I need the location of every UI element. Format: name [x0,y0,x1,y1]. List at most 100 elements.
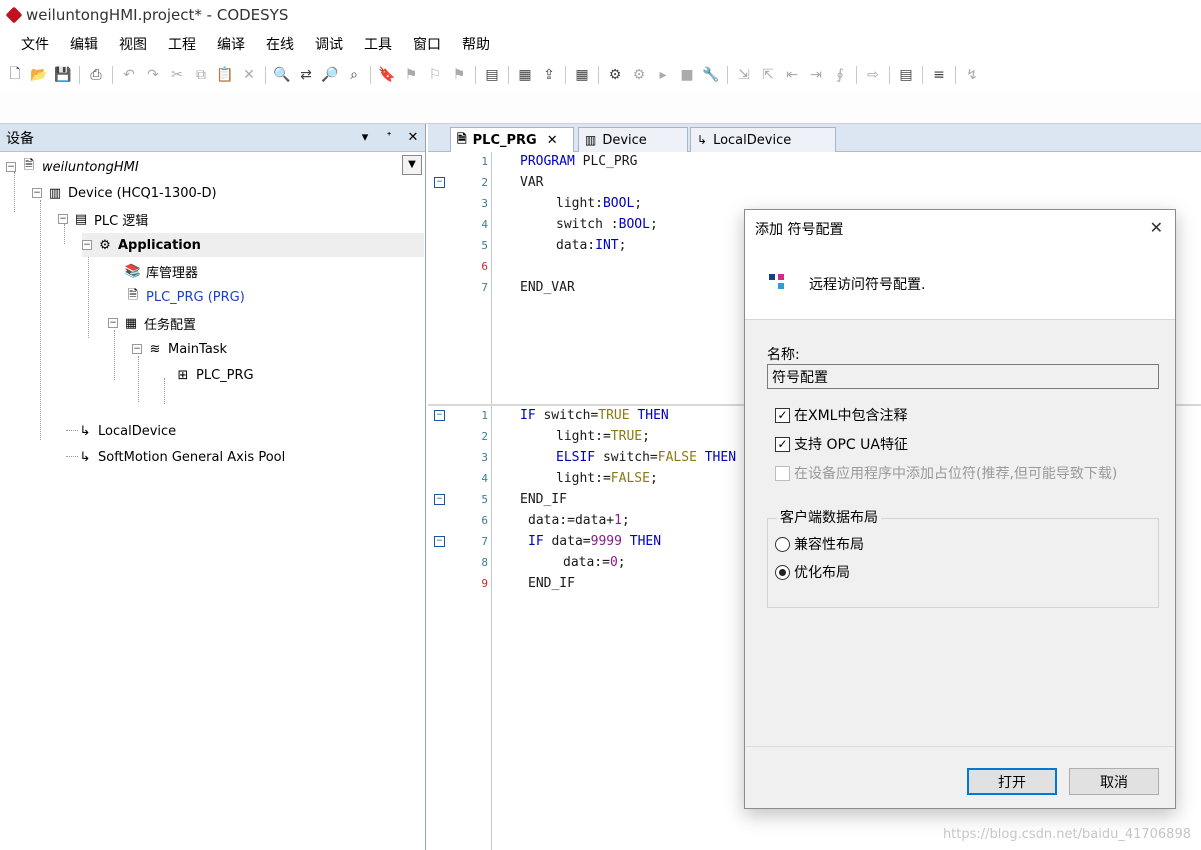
menu-tools[interactable]: 工具 [355,34,401,54]
tree-item-label: 库管理器 [146,265,199,281]
collapse-icon[interactable]: − [82,240,92,250]
reset-icon[interactable]: 🔧 [701,65,721,85]
tree-item-project[interactable]: − 🗎 weiluntongHMI ▼ [6,155,424,179]
menu-debug[interactable]: 调试 [306,34,352,54]
include-comments-checkbox[interactable]: ✓ 在XML中包含注释 [775,404,907,426]
menu-online[interactable]: 在线 [257,34,303,54]
menu-file[interactable]: 文件 [12,34,58,54]
chevron-down-icon[interactable]: ▼ [402,155,422,175]
device-icon: ▥ [585,133,597,147]
fold-collapse-icon[interactable]: − [434,536,445,547]
cancel-button[interactable]: 取消 [1069,768,1159,795]
bookmark-next-icon[interactable]: ⚐ [425,65,445,85]
tab-device[interactable]: ▥ Device [578,127,688,152]
tree-item-plc-prg-call[interactable]: ⊞ PLC_PRG [174,363,254,387]
tree-item-application[interactable]: − ⚙ Application [82,233,424,257]
tree-item-plc-prg[interactable]: 🗎 PLC_PRG (PRG) [124,285,245,309]
tab-close-icon[interactable]: ✕ [547,133,558,148]
fold-collapse-icon[interactable]: − [434,410,445,421]
find-icon[interactable]: 🔍 [272,65,292,85]
tree-item-task-config[interactable]: − ▦ 任务配置 [108,311,196,335]
tab-localdevice[interactable]: ↳ LocalDevice [690,127,836,152]
device-icon: ▥ [48,185,62,201]
pane-menu-icon[interactable]: ▾ [353,130,377,145]
menu-view[interactable]: 视图 [110,34,156,54]
write-values-icon[interactable]: ▤ [896,65,916,85]
collapse-icon[interactable]: − [108,318,118,328]
checkbox-mark[interactable]: ✓ [775,407,790,423]
toolbar-separator [922,66,923,84]
add-object-icon[interactable]: ▦ [515,65,535,85]
clipboard-icon[interactable]: ▤ [482,65,502,85]
collapse-icon[interactable]: − [132,344,142,354]
show-current-statement-icon[interactable]: ⇨ [863,65,883,85]
close-icon[interactable]: ✕ [1150,218,1163,237]
toolbar-separator [475,66,476,84]
copy-icon[interactable]: ⧉ [191,65,211,85]
tree-item-label: PLC_PRG [196,367,254,383]
menu-build[interactable]: 编译 [208,34,254,54]
opc-ua-checkbox[interactable]: ✓ 支持 OPC UA特征 [775,433,908,455]
start-icon[interactable]: ▸ [653,65,673,85]
toolbar-separator [370,66,371,84]
find-in-project-icon[interactable]: 🔎 [320,65,340,85]
tree-item-localdevice[interactable]: ↳ LocalDevice [76,419,177,443]
pane-close-icon[interactable]: ✕ [401,130,425,145]
tree-item-library-manager[interactable]: 📚 库管理器 [124,259,198,283]
print-icon[interactable]: ⎙ [86,65,106,85]
breakpoint-icon[interactable]: ∮ [830,65,850,85]
open-project-icon[interactable]: 📂 [29,65,49,85]
menu-window[interactable]: 窗口 [404,34,450,54]
stop-icon[interactable]: ■ [677,65,697,85]
tree-item-maintask[interactable]: − ≋ MainTask [132,337,227,361]
editor-tabs: 🗎 PLC_PRG ✕ ▥ Device ↳ LocalDevice [428,124,1201,153]
calculator-icon[interactable]: ▦ [572,65,592,85]
window-title: weiluntongHMI.project* - CODESYS [26,6,289,24]
optimized-layout-radio[interactable]: 优化布局 [775,561,850,583]
bookmark-search-icon[interactable]: ⌕ [344,65,364,85]
menu-project[interactable]: 工程 [159,34,205,54]
collapse-icon[interactable]: − [32,188,42,198]
tree-item-device[interactable]: − ▥ Device (HCQ1-1300-D) [32,181,217,205]
menu-edit[interactable]: 编辑 [61,34,107,54]
step-over-icon[interactable]: ⇲ [734,65,754,85]
force-values-icon[interactable]: ≡ [929,65,949,85]
tree-item-plc-logic[interactable]: − ▤ PLC 逻辑 [58,207,148,231]
bookmark-icon[interactable]: 🔖 [377,65,397,85]
cut-icon[interactable]: ✂ [167,65,187,85]
fold-collapse-icon[interactable]: − [434,177,445,188]
toolbar: 🗋 📂 💾 ⎙ ↶ ↷ ✂ ⧉ 📋 ✕ 🔍 ⇄ 🔎 ⌕ 🔖 ⚑ ⚐ ⚑ ▤ ▦ … [0,60,1201,90]
toolbar-separator [508,66,509,84]
save-icon[interactable]: 💾 [53,65,73,85]
bookmark-prev-icon[interactable]: ⚑ [401,65,421,85]
checkbox-mark[interactable]: ✓ [775,436,790,452]
bookmark-clear-icon[interactable]: ⚑ [449,65,469,85]
unforce-icon[interactable]: ↯ [962,65,982,85]
login-icon[interactable]: ⚙ [605,65,625,85]
fold-collapse-icon[interactable]: − [434,494,445,505]
export-icon[interactable]: ⇪ [539,65,559,85]
open-button[interactable]: 打开 [967,768,1057,795]
collapse-icon[interactable]: − [58,214,68,224]
pin-icon[interactable]: ᐩ [377,130,401,145]
menu-help[interactable]: 帮助 [453,34,499,54]
paste-icon[interactable]: 📋 [215,65,235,85]
tab-plc-prg[interactable]: 🗎 PLC_PRG ✕ [450,127,574,153]
collapse-icon[interactable]: − [6,162,16,172]
radio-circle[interactable] [775,564,790,580]
name-field[interactable] [767,364,1159,389]
logout-icon[interactable]: ⚙ [629,65,649,85]
new-project-icon[interactable]: 🗋 [5,65,25,85]
checkbox-label: 支持 OPC UA特征 [794,437,908,453]
step-into-icon[interactable]: ⇱ [758,65,778,85]
devices-pane: 设备 ▾ ᐩ ✕ − 🗎 weiluntongHMI ▼ − ▥ Device … [0,124,426,850]
step-out-icon[interactable]: ⇤ [782,65,802,85]
run-to-cursor-icon[interactable]: ⇥ [806,65,826,85]
delete-icon[interactable]: ✕ [239,65,259,85]
undo-icon[interactable]: ↶ [119,65,139,85]
redo-icon[interactable]: ↷ [143,65,163,85]
compatible-layout-radio[interactable]: 兼容性布局 [775,533,864,555]
replace-icon[interactable]: ⇄ [296,65,316,85]
tree-item-softmotion[interactable]: ↳ SoftMotion General Axis Pool [76,445,286,469]
radio-circle[interactable] [775,536,790,552]
